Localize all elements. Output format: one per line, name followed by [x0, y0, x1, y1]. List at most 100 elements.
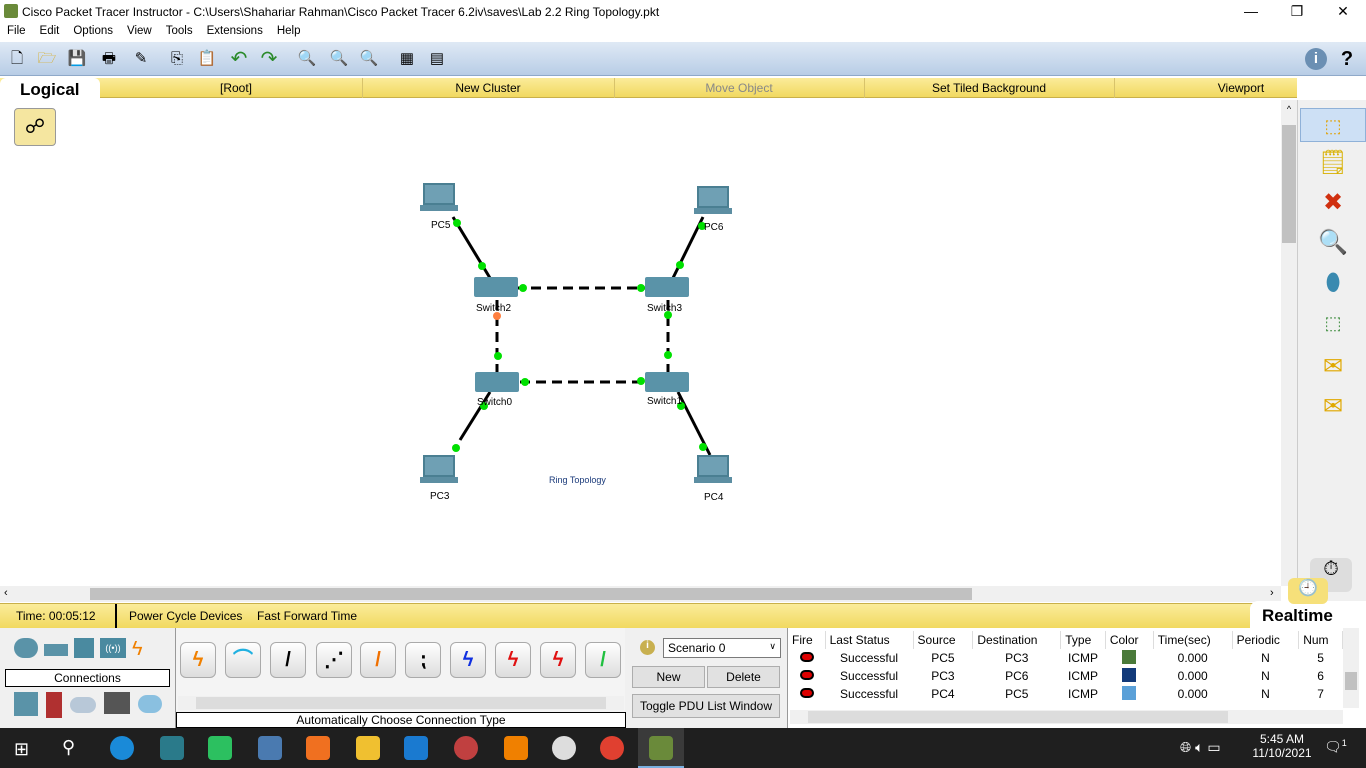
zoom-reset-icon[interactable]: 🔍	[328, 48, 350, 70]
octal-cable-icon[interactable]: /	[585, 642, 621, 678]
pdu-row[interactable]: Successful PC3 PC6 ICMP 0.000 N 6	[788, 667, 1343, 685]
copper-straight-through-icon[interactable]: /	[270, 642, 306, 678]
new-icon[interactable]: 🗋	[6, 48, 28, 70]
routers-icon[interactable]	[14, 638, 38, 658]
vscode-icon[interactable]	[404, 736, 428, 760]
menu-extensions[interactable]: Extensions	[200, 22, 270, 40]
pdu-row[interactable]: Successful PC4 PC5 ICMP 0.000 N 7	[788, 685, 1343, 703]
fire-icon[interactable]	[799, 688, 814, 698]
scenario-info-icon[interactable]: i	[640, 640, 655, 655]
undo-icon[interactable]: ↶	[228, 48, 250, 70]
vlc-icon[interactable]	[504, 736, 528, 760]
switch0-icon[interactable]	[475, 372, 519, 392]
file-explorer-icon[interactable]	[356, 736, 380, 760]
viewport-button[interactable]: Viewport	[1114, 81, 1366, 95]
python-icon[interactable]	[258, 736, 282, 760]
minimize-button[interactable]: —	[1228, 0, 1274, 22]
restore-button[interactable]: ❐	[1274, 0, 1320, 22]
copy-icon[interactable]: ⎘	[166, 48, 188, 70]
activity-wizard-icon[interactable]: ✎	[130, 48, 152, 70]
copper-cross-over-icon[interactable]: ⋰	[316, 642, 352, 678]
clock[interactable]: 5:45 AM 11/10/2021	[1252, 732, 1312, 760]
open-icon[interactable]: 🗁	[36, 48, 58, 70]
logical-tab[interactable]: Logical	[0, 78, 100, 100]
packet-tracer-taskbar-button[interactable]	[638, 728, 684, 768]
scroll-thumb[interactable]	[1282, 125, 1296, 243]
custom-device-icon[interactable]: ▤	[426, 48, 448, 70]
help-icon[interactable]: ?	[1336, 48, 1358, 70]
place-note-icon[interactable]: 🗒	[1316, 146, 1350, 180]
end-devices-icon[interactable]	[14, 692, 38, 716]
set-tiled-background-button[interactable]: Set Tiled Background	[864, 81, 1114, 95]
paste-icon[interactable]: 📋	[196, 48, 218, 70]
phone-cable-icon[interactable]: ⁏	[405, 642, 441, 678]
scenario-select[interactable]: Scenario 0 ∨	[663, 638, 781, 658]
custom-devices-icon[interactable]	[104, 692, 130, 714]
serial-dce-icon[interactable]: ϟ	[495, 642, 531, 678]
security-icon[interactable]	[46, 692, 62, 718]
pdu-row[interactable]: Successful PC5 PC3 ICMP 0.000 N 5	[788, 649, 1343, 667]
console-cable-icon[interactable]: ⌒	[225, 642, 261, 678]
menu-file[interactable]: File	[0, 22, 33, 40]
edge-icon[interactable]	[110, 736, 134, 760]
fire-icon[interactable]	[799, 670, 814, 680]
menu-tools[interactable]: Tools	[159, 22, 200, 40]
inspect-icon[interactable]: 🔍	[1316, 226, 1350, 260]
vertical-scrollbar[interactable]: ^	[1281, 100, 1297, 586]
delete-scenario-button[interactable]: Delete	[707, 666, 780, 688]
wan-emulation-icon[interactable]	[70, 697, 96, 713]
fast-forward-time-button[interactable]: Fast Forward Time	[257, 609, 357, 623]
power-cycle-devices-button[interactable]: Power Cycle Devices	[129, 609, 242, 623]
auto-connection-icon[interactable]: ϟ	[180, 642, 216, 678]
realtime-clock-icon[interactable]: 🕘	[1288, 578, 1328, 604]
delete-icon[interactable]: ✖	[1316, 186, 1350, 220]
pycharm-icon[interactable]	[208, 736, 232, 760]
scroll-thumb[interactable]	[90, 588, 972, 600]
connections-icon[interactable]: ϟ	[132, 638, 143, 662]
wireless-icon[interactable]: ((•))	[100, 638, 126, 658]
switches-icon[interactable]	[44, 644, 68, 656]
draw-shape-icon[interactable]: ⬮	[1316, 266, 1350, 300]
menu-edit[interactable]: Edit	[33, 22, 67, 40]
workspace-canvas[interactable]: ☍ PC5 PC6 Switch2 Switch3 Switch0 Switch…	[0, 100, 1281, 586]
pc3-icon[interactable]	[420, 455, 458, 483]
resize-shape-icon[interactable]: ⬚	[1316, 306, 1350, 340]
redo-icon[interactable]: ↷	[258, 48, 280, 70]
multiuser-icon[interactable]	[138, 695, 162, 713]
realtime-tab[interactable]: Realtime	[1262, 606, 1333, 626]
zoom-out-icon[interactable]: 🔍	[358, 48, 380, 70]
connections-scrollbar[interactable]	[178, 696, 624, 710]
root-button[interactable]: [Root]	[110, 81, 362, 95]
start-icon[interactable]: ⊞	[14, 739, 29, 760]
new-scenario-button[interactable]: New	[632, 666, 705, 688]
search-icon[interactable]: ⚲	[62, 737, 75, 758]
menu-options[interactable]: Options	[66, 22, 120, 40]
chrome-icon[interactable]	[600, 736, 624, 760]
horizontal-scrollbar[interactable]: ‹ ›	[0, 586, 1281, 602]
app-icon[interactable]	[552, 736, 576, 760]
serial-dte-icon[interactable]: ϟ	[540, 642, 576, 678]
add-simple-pdu-icon[interactable]: ✉	[1316, 350, 1350, 384]
info-icon[interactable]: i	[1305, 48, 1327, 70]
print-icon[interactable]: 🖶	[98, 48, 120, 70]
switch2-icon[interactable]	[474, 277, 518, 297]
app-icon[interactable]	[160, 736, 184, 760]
new-cluster-button[interactable]: New Cluster	[362, 81, 614, 95]
palette-icon[interactable]: ▦	[396, 48, 418, 70]
menu-view[interactable]: View	[120, 22, 159, 40]
switch3-icon[interactable]	[645, 277, 689, 297]
coaxial-icon[interactable]: ϟ	[450, 642, 486, 678]
zoom-in-icon[interactable]: 🔍	[296, 48, 318, 70]
pc4-icon[interactable]	[694, 455, 732, 483]
fire-icon[interactable]	[799, 652, 814, 662]
close-button[interactable]: ✕	[1320, 0, 1366, 22]
select-icon[interactable]: ⬚	[1300, 108, 1366, 142]
add-complex-pdu-icon[interactable]: ✉	[1316, 390, 1350, 424]
toggle-pdu-list-button[interactable]: Toggle PDU List Window	[632, 694, 780, 718]
pdu-vertical-scrollbar[interactable]	[1343, 628, 1359, 708]
save-icon[interactable]: 💾	[66, 48, 88, 70]
pc6-icon[interactable]	[694, 186, 732, 214]
move-object-button[interactable]: Move Object	[614, 81, 864, 95]
paint-icon[interactable]	[454, 736, 478, 760]
menu-help[interactable]: Help	[270, 22, 308, 40]
